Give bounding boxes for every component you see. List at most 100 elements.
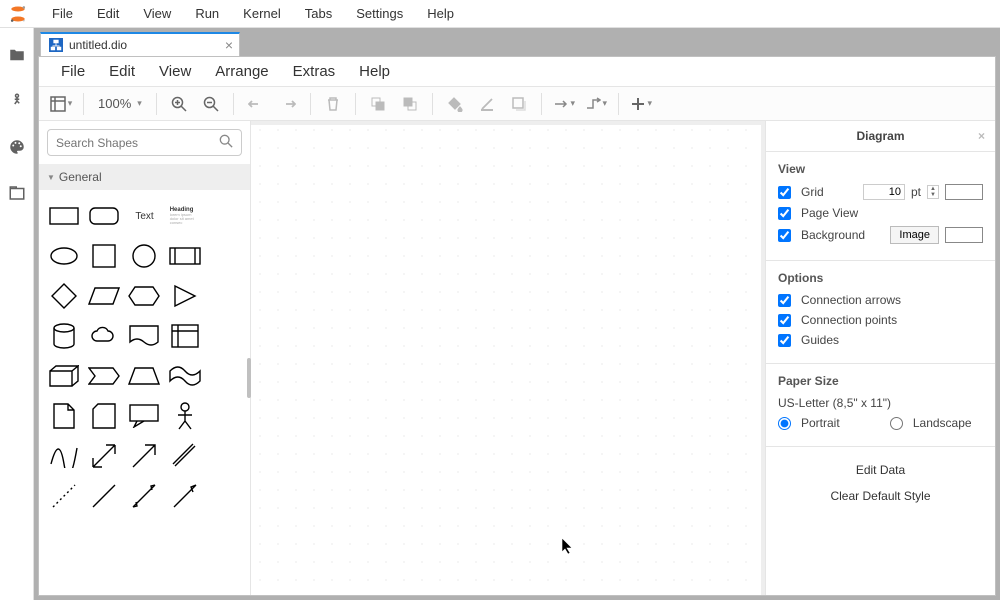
shape-blank6[interactable]: [207, 398, 243, 434]
shape-trapezoid[interactable]: [126, 358, 162, 394]
search-shapes-box[interactable]: [47, 129, 242, 156]
shape-diamond[interactable]: [46, 278, 82, 314]
shape-cylinder[interactable]: [46, 318, 82, 354]
shape-blank5[interactable]: [207, 358, 243, 394]
portrait-radio[interactable]: [778, 417, 791, 430]
jp-menu-file[interactable]: File: [40, 2, 85, 25]
shape-triangle[interactable]: [167, 278, 203, 314]
running-icon[interactable]: [8, 92, 26, 110]
jp-menu-edit[interactable]: Edit: [85, 2, 131, 25]
shape-internal-storage[interactable]: [167, 318, 203, 354]
palette-icon[interactable]: [8, 138, 26, 156]
shape-callout[interactable]: [126, 398, 162, 434]
jp-menu-help[interactable]: Help: [415, 2, 466, 25]
shape-tape[interactable]: [167, 358, 203, 394]
shape-card[interactable]: [86, 398, 122, 434]
shape-hexagon[interactable]: [126, 278, 162, 314]
line-color-icon[interactable]: [471, 90, 503, 118]
shape-arrow[interactable]: [126, 438, 162, 474]
shape-ellipse[interactable]: [46, 238, 82, 274]
shape-parallelogram[interactable]: [86, 278, 122, 314]
grid-size-input[interactable]: [863, 184, 905, 200]
shape-double-line[interactable]: [167, 438, 203, 474]
shape-bidirectional-arrow[interactable]: [86, 438, 122, 474]
dio-menu-view[interactable]: View: [147, 59, 203, 84]
shape-blank7[interactable]: [207, 438, 243, 474]
folder-icon[interactable]: [8, 46, 26, 64]
insert-icon[interactable]: ▾: [625, 90, 657, 118]
grid-color-swatch[interactable]: [945, 184, 983, 200]
search-input[interactable]: [56, 136, 219, 150]
shape-circle[interactable]: [126, 238, 162, 274]
zoom-in-icon[interactable]: [163, 90, 195, 118]
shape-blank3[interactable]: [207, 278, 243, 314]
papersize-value[interactable]: US-Letter (8,5" x 11"): [778, 396, 891, 410]
zoom-level[interactable]: 100%▾: [90, 90, 150, 118]
jp-menu-tabs[interactable]: Tabs: [293, 2, 344, 25]
shape-rectangle[interactable]: [46, 198, 82, 234]
shape-blank[interactable]: [207, 198, 243, 234]
undo-icon[interactable]: [240, 90, 272, 118]
shape-step[interactable]: [86, 358, 122, 394]
conn-points-checkbox[interactable]: [778, 314, 791, 327]
background-color-swatch[interactable]: [945, 227, 983, 243]
pageview-checkbox[interactable]: [778, 207, 791, 220]
to-back-icon[interactable]: [394, 90, 426, 118]
zoom-out-icon[interactable]: [195, 90, 227, 118]
shape-square[interactable]: [86, 238, 122, 274]
shape-blank2[interactable]: [207, 238, 243, 274]
to-front-icon[interactable]: [362, 90, 394, 118]
dio-menu-arrange[interactable]: Arrange: [203, 59, 280, 84]
redo-icon[interactable]: [272, 90, 304, 118]
shape-process[interactable]: [167, 238, 203, 274]
shape-document[interactable]: [126, 318, 162, 354]
shape-actor[interactable]: [167, 398, 203, 434]
jp-menu-run[interactable]: Run: [183, 2, 231, 25]
delete-icon[interactable]: [317, 90, 349, 118]
shape-text-heading[interactable]: Headinglorem ipsum dolor sit amet consec: [167, 198, 203, 234]
dio-menu-extras[interactable]: Extras: [281, 59, 348, 84]
drawio-file-icon: [49, 38, 63, 52]
jp-menu-kernel[interactable]: Kernel: [231, 2, 293, 25]
pageview-label: Page View: [801, 206, 983, 220]
format-close-icon[interactable]: ×: [978, 129, 985, 143]
shadow-icon[interactable]: [503, 90, 535, 118]
tab-untitled[interactable]: untitled.dio ×: [40, 32, 240, 56]
sidebar-splitter[interactable]: [247, 358, 251, 398]
dio-menu-edit[interactable]: Edit: [97, 59, 147, 84]
shape-curve[interactable]: [46, 438, 82, 474]
grid-stepper[interactable]: ▲▼: [927, 185, 939, 199]
background-checkbox[interactable]: [778, 229, 791, 242]
conn-arrows-checkbox[interactable]: [778, 294, 791, 307]
grid-checkbox[interactable]: [778, 186, 791, 199]
jp-menu-settings[interactable]: Settings: [344, 2, 415, 25]
clear-style-link[interactable]: Clear Default Style: [778, 483, 983, 509]
edit-data-link[interactable]: Edit Data: [778, 457, 983, 483]
shape-line-arrow[interactable]: [167, 478, 203, 514]
shape-note[interactable]: [46, 398, 82, 434]
tab-close-icon[interactable]: ×: [225, 37, 233, 53]
shape-dashed-line[interactable]: [46, 478, 82, 514]
shape-text[interactable]: Text: [126, 198, 162, 234]
connection-icon[interactable]: ▾: [548, 90, 580, 118]
landscape-radio[interactable]: [890, 417, 903, 430]
jp-menu-view[interactable]: View: [131, 2, 183, 25]
dio-menu-file[interactable]: File: [49, 59, 97, 84]
fill-color-icon[interactable]: [439, 90, 471, 118]
palette-general-header[interactable]: ▼ General: [39, 164, 250, 190]
shape-blank4[interactable]: [207, 318, 243, 354]
shape-line-bidir[interactable]: [126, 478, 162, 514]
shape-blank8[interactable]: [207, 478, 243, 514]
shape-cube[interactable]: [46, 358, 82, 394]
search-icon[interactable]: [219, 134, 233, 151]
dio-menu-help[interactable]: Help: [347, 59, 402, 84]
background-image-button[interactable]: Image: [890, 226, 939, 244]
shape-rounded-rect[interactable]: [86, 198, 122, 234]
canvas[interactable]: [251, 121, 765, 595]
waypoint-icon[interactable]: ▾: [580, 90, 612, 118]
tabs-icon[interactable]: [8, 184, 26, 202]
shape-line[interactable]: [86, 478, 122, 514]
view-toggle-button[interactable]: ▾: [45, 90, 77, 118]
guides-checkbox[interactable]: [778, 334, 791, 347]
shape-cloud[interactable]: [86, 318, 122, 354]
